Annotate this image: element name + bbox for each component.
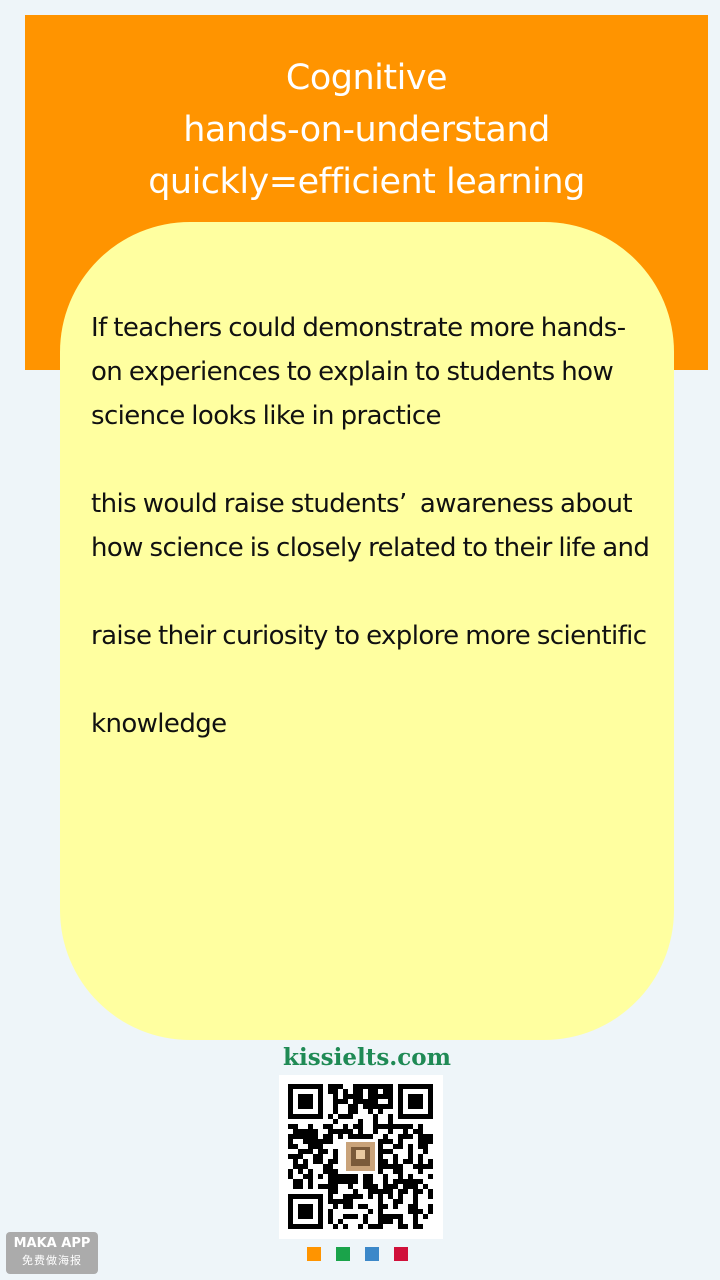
color-dot-blue (365, 1247, 379, 1261)
page-title: Cognitive hands-on-understand quickly=ef… (25, 52, 708, 208)
body-text: If teachers could demonstrate more hands… (91, 306, 651, 746)
title-line-2: hands-on-understand (183, 110, 550, 150)
brand-badge[interactable]: MAKA APP 免费做海报 (6, 1232, 98, 1274)
color-dot-orange (307, 1247, 321, 1261)
brand-name: MAKA APP (13, 1236, 91, 1251)
title-line-3: quickly=efficient learning (148, 162, 585, 202)
brand-tagline: 免费做海报 (22, 1254, 82, 1267)
paragraph-awareness: this would raise students’ awareness abo… (91, 489, 650, 563)
color-dot-green (336, 1247, 350, 1261)
site-url[interactable]: kissielts.com (0, 1040, 720, 1076)
paragraph-curiosity: raise their curiosity to explore more sc… (91, 621, 647, 651)
color-dot-red (394, 1247, 408, 1261)
paragraph-knowledge: knowledge (91, 709, 227, 739)
paragraph-teachers: If teachers could demonstrate more hands… (91, 313, 626, 431)
title-line-1: Cognitive (285, 58, 448, 98)
qr-code-icon[interactable] (279, 1075, 443, 1239)
color-dots (307, 1247, 408, 1261)
